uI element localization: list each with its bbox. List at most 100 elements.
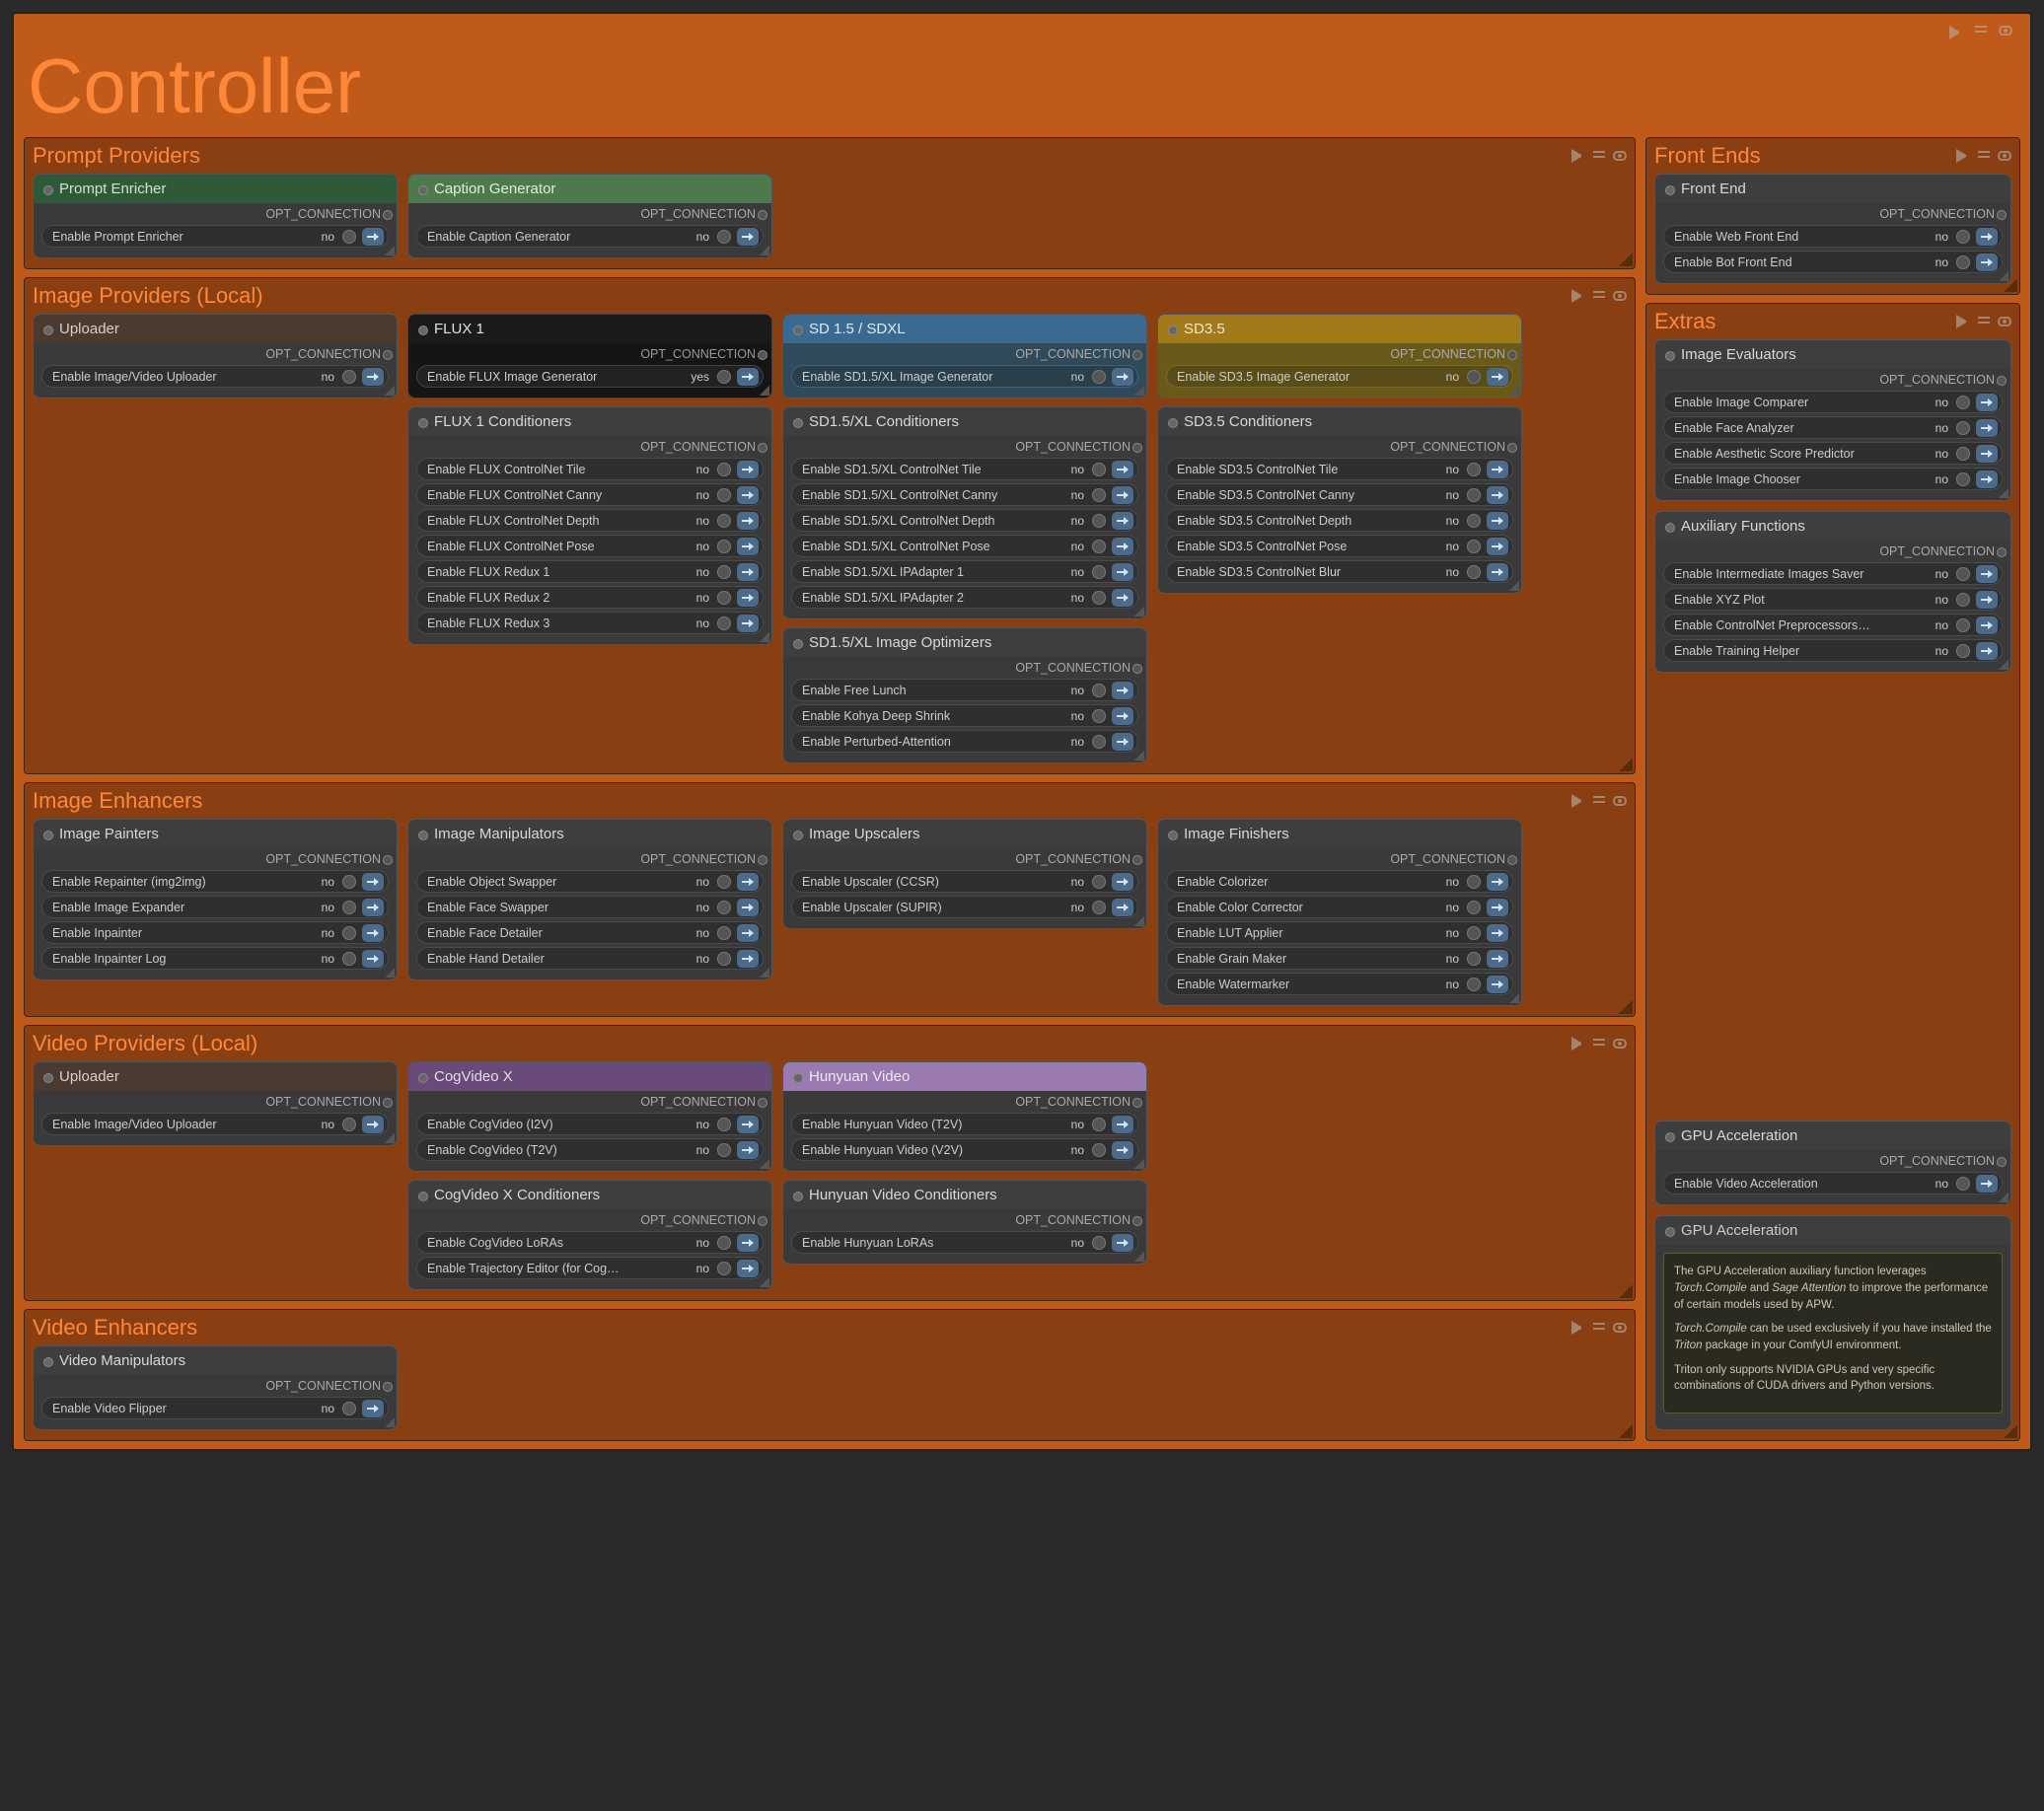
arrow-button[interactable] (1112, 733, 1133, 751)
toggle-switch[interactable] (1956, 447, 1970, 461)
play-icon[interactable] (1571, 1037, 1585, 1050)
grip-icon[interactable] (1975, 26, 1987, 36)
toggle-switch[interactable] (1467, 978, 1481, 991)
resize-handle[interactable] (1134, 607, 1144, 616)
resize-handle[interactable] (385, 968, 395, 978)
arrow-button[interactable] (1112, 486, 1133, 504)
toggle-row[interactable]: Enable FLUX Image Generatoryes (416, 365, 764, 388)
arrow-button[interactable] (1487, 512, 1508, 530)
node-title[interactable]: Uploader (34, 1062, 397, 1091)
node-flux1[interactable]: FLUX 1OPT_CONNECTIONEnable FLUX Image Ge… (407, 314, 772, 398)
resize-handle[interactable] (1509, 386, 1519, 396)
resize-handle[interactable] (1999, 1193, 2008, 1202)
opt-connection-port[interactable]: OPT_CONNECTION (783, 343, 1146, 363)
arrow-button[interactable] (1487, 538, 1508, 555)
resize-handle[interactable] (760, 386, 769, 396)
arrow-button[interactable] (1112, 1141, 1133, 1159)
opt-connection-port[interactable]: OPT_CONNECTION (1655, 541, 2010, 560)
toggle-switch[interactable] (717, 875, 731, 889)
opt-connection-port[interactable]: OPT_CONNECTION (783, 1209, 1146, 1229)
arrow-button[interactable] (1112, 461, 1133, 478)
toggle-row[interactable]: Enable FLUX Redux 1no (416, 560, 764, 583)
opt-connection-port[interactable]: OPT_CONNECTION (408, 436, 771, 456)
arrow-button[interactable] (1112, 589, 1133, 607)
toggle-row[interactable]: Enable SD1.5/XL ControlNet Poseno (791, 535, 1138, 557)
opt-connection-port[interactable]: OPT_CONNECTION (1655, 369, 2010, 389)
node-hunyuan[interactable]: Hunyuan VideoOPT_CONNECTIONEnable Hunyua… (782, 1061, 1147, 1172)
toggle-switch[interactable] (342, 926, 356, 940)
arrow-button[interactable] (362, 950, 384, 968)
toggle-row[interactable]: Enable LUT Applierno (1166, 921, 1513, 944)
arrow-button[interactable] (1487, 563, 1508, 581)
toggle-row[interactable]: Enable SD1.5/XL ControlNet Tileno (791, 458, 1138, 480)
play-icon[interactable] (1571, 149, 1585, 163)
play-icon[interactable] (1956, 315, 1970, 328)
toggle-switch[interactable] (717, 901, 731, 914)
play-icon[interactable] (1956, 149, 1970, 163)
toggle-row[interactable]: Enable Hunyuan Video (V2V)no (791, 1138, 1138, 1161)
resize-handle[interactable] (1134, 916, 1144, 926)
node-title[interactable]: GPU Acceleration (1655, 1122, 2010, 1150)
arrow-button[interactable] (362, 228, 384, 246)
toggle-row[interactable]: Enable Training Helperno (1663, 639, 2003, 662)
node-title[interactable]: Image Evaluators (1655, 340, 2010, 369)
toggle-row[interactable]: Enable SD1.5/XL IPAdapter 2no (791, 586, 1138, 609)
toggle-row[interactable]: Enable Image Chooserno (1663, 468, 2003, 490)
play-icon[interactable] (1571, 794, 1585, 808)
node-title[interactable]: FLUX 1 Conditioners (408, 407, 771, 436)
eye-icon[interactable] (1613, 796, 1627, 806)
toggle-row[interactable]: Enable Inpainter Logno (41, 947, 389, 970)
toggle-row[interactable]: Enable Watermarkerno (1166, 973, 1513, 995)
grip-icon[interactable] (1593, 1039, 1605, 1049)
opt-connection-port[interactable]: OPT_CONNECTION (34, 203, 397, 223)
toggle-switch[interactable] (1092, 735, 1106, 749)
toggle-switch[interactable] (717, 591, 731, 605)
grip-icon[interactable] (1593, 1323, 1605, 1333)
node-title[interactable]: SD3.5 Conditioners (1158, 407, 1521, 436)
eye-icon[interactable] (1613, 151, 1627, 161)
toggle-row[interactable]: Enable FLUX ControlNet Tileno (416, 458, 764, 480)
toggle-switch[interactable] (1092, 540, 1106, 553)
arrow-button[interactable] (1112, 368, 1133, 386)
resize-handle[interactable] (1999, 660, 2008, 670)
toggle-row[interactable]: Enable Perturbed-Attentionno (791, 730, 1138, 753)
toggle-row[interactable]: Enable SD1.5/XL IPAdapter 1no (791, 560, 1138, 583)
toggle-row[interactable]: Enable Aesthetic Score Predictorno (1663, 442, 2003, 465)
node-flux1-conditioners[interactable]: FLUX 1 ConditionersOPT_CONNECTIONEnable … (407, 406, 772, 645)
toggle-row[interactable]: Enable SD3.5 ControlNet Tileno (1166, 458, 1513, 480)
arrow-button[interactable] (1976, 565, 1998, 583)
toggle-row[interactable]: Enable Web Front Endno (1663, 225, 2003, 248)
toggle-row[interactable]: Enable SD1.5/XL Image Generatorno (791, 365, 1138, 388)
arrow-button[interactable] (737, 924, 759, 942)
node-title[interactable]: CogVideo X (408, 1062, 771, 1091)
resize-handle[interactable] (1619, 1284, 1633, 1298)
arrow-button[interactable] (1112, 538, 1133, 555)
toggle-row[interactable]: Enable XYZ Plotno (1663, 588, 2003, 611)
node-title[interactable]: Hunyuan Video (783, 1062, 1146, 1091)
toggle-switch[interactable] (342, 370, 356, 384)
toggle-switch[interactable] (717, 1262, 731, 1275)
arrow-button[interactable] (1976, 616, 1998, 634)
toggle-switch[interactable] (1092, 370, 1106, 384)
node-uploader[interactable]: UploaderOPT_CONNECTIONEnable Image/Video… (33, 314, 398, 398)
arrow-button[interactable] (1976, 1175, 1998, 1193)
toggle-row[interactable]: Enable SD3.5 Image Generatorno (1166, 365, 1513, 388)
toggle-switch[interactable] (1467, 565, 1481, 579)
opt-connection-port[interactable]: OPT_CONNECTION (408, 848, 771, 868)
opt-connection-port[interactable]: OPT_CONNECTION (408, 343, 771, 363)
arrow-button[interactable] (1487, 950, 1508, 968)
opt-connection-port[interactable]: OPT_CONNECTION (34, 343, 397, 363)
arrow-button[interactable] (362, 924, 384, 942)
toggle-switch[interactable] (717, 1236, 731, 1250)
toggle-row[interactable]: Enable SD1.5/XL ControlNet Cannyno (791, 483, 1138, 506)
resize-handle[interactable] (760, 1277, 769, 1287)
resize-handle[interactable] (2004, 1424, 2017, 1438)
toggle-switch[interactable] (1092, 565, 1106, 579)
toggle-switch[interactable] (1092, 488, 1106, 502)
toggle-switch[interactable] (342, 952, 356, 966)
toggle-row[interactable]: Enable SD1.5/XL ControlNet Depthno (791, 509, 1138, 532)
arrow-button[interactable] (1487, 976, 1508, 993)
toggle-row[interactable]: Enable Image Comparerno (1663, 391, 2003, 413)
node-title[interactable]: SD 1.5 / SDXL (783, 315, 1146, 343)
toggle-row[interactable]: Enable Object Swapperno (416, 870, 764, 893)
